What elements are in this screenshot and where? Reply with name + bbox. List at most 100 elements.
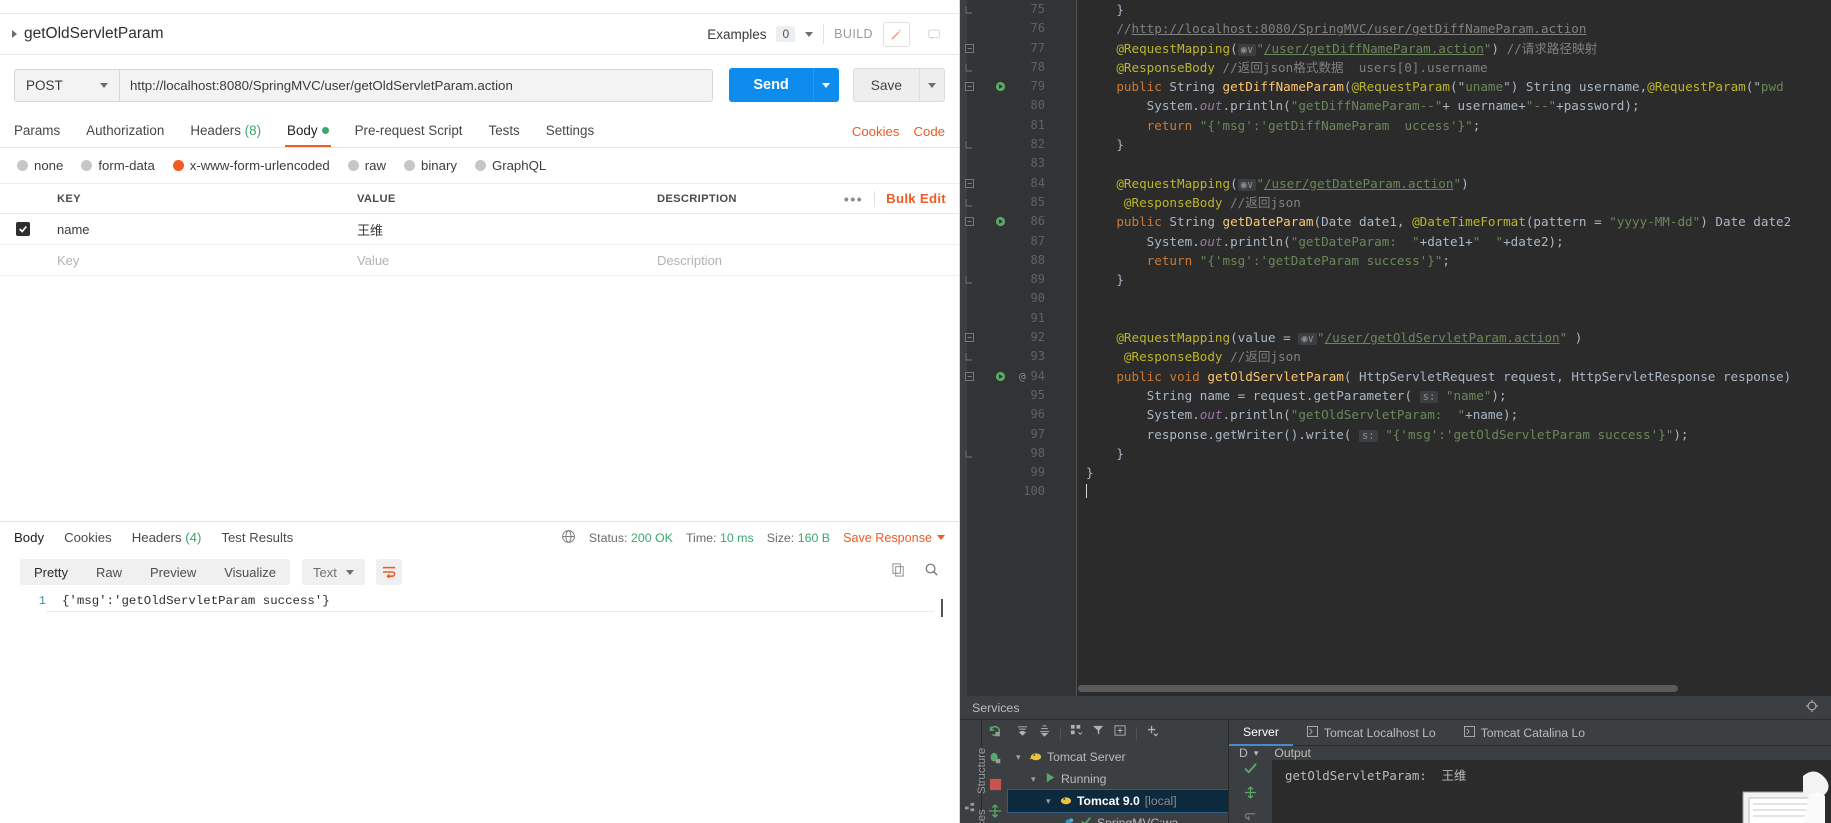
- save-options-button[interactable]: [919, 68, 945, 102]
- fold-cell[interactable]: [1055, 58, 1076, 77]
- tab-tests[interactable]: Tests: [489, 123, 533, 147]
- response-tab-headers[interactable]: Headers (4): [132, 530, 202, 545]
- fold-cell[interactable]: [1055, 135, 1076, 154]
- locate-icon[interactable]: [1805, 699, 1819, 716]
- run-gutter-icon[interactable]: [995, 212, 1006, 231]
- build-label[interactable]: BUILD: [834, 27, 873, 41]
- fold-cell[interactable]: [1055, 289, 1076, 308]
- code-token[interactable]: http://localhost:8080/SpringMVC/user/get…: [1132, 21, 1587, 36]
- fold-toggle[interactable]: [965, 198, 974, 207]
- code-token[interactable]: /user/getDateParam.action: [1264, 176, 1454, 191]
- fold-cell[interactable]: [1055, 270, 1076, 289]
- edit-pencil-button[interactable]: [883, 21, 910, 47]
- response-scroll-marker[interactable]: [941, 599, 951, 617]
- fold-cell[interactable]: [1055, 154, 1076, 173]
- structure-icon[interactable]: [965, 800, 976, 818]
- radio-raw[interactable]: raw: [347, 158, 386, 173]
- tab-authorization[interactable]: Authorization: [86, 123, 177, 147]
- add-service-icon[interactable]: [1146, 724, 1159, 742]
- radio-binary[interactable]: binary: [404, 158, 457, 173]
- fold-toggle[interactable]: −: [965, 43, 974, 53]
- fold-cell[interactable]: [1055, 425, 1076, 444]
- fold-cell[interactable]: [1055, 463, 1076, 482]
- placeholder-value[interactable]: Value: [346, 253, 646, 268]
- detail-tab-tomcat-catalina-log[interactable]: Tomcat Catalina Lo: [1450, 720, 1599, 746]
- fold-toggle[interactable]: −: [965, 178, 974, 188]
- fold-cell[interactable]: [1055, 328, 1076, 347]
- row-value[interactable]: 王维: [346, 220, 646, 239]
- fold-cell[interactable]: [1055, 386, 1076, 405]
- group-by-icon[interactable]: [1070, 724, 1083, 742]
- collapse-all-icon[interactable]: [1038, 724, 1051, 742]
- table-row-placeholder[interactable]: Key Value Description: [0, 245, 959, 276]
- fold-cell[interactable]: [1055, 96, 1076, 115]
- override-gutter-icon[interactable]: @: [1019, 367, 1026, 386]
- fold-cell[interactable]: [1055, 19, 1076, 38]
- fold-cell[interactable]: [1055, 367, 1076, 386]
- console-output[interactable]: getOldServletParam: 王维: [1229, 760, 1831, 823]
- tab-headers[interactable]: Headers (8): [190, 123, 274, 147]
- examples-chevron-down-icon[interactable]: [805, 31, 814, 37]
- tree-node-tomcat-server[interactable]: ▾ Tomcat Server: [1008, 746, 1228, 768]
- fold-toggle[interactable]: [965, 352, 974, 362]
- tab-params[interactable]: Params: [14, 123, 73, 147]
- send-options-button[interactable]: [812, 68, 839, 102]
- tree-node-springmvc-war[interactable]: SpringMVC:wa: [1008, 812, 1228, 823]
- run-gutter-icon[interactable]: [995, 77, 1006, 96]
- http-method-select[interactable]: POST: [14, 68, 119, 102]
- tab-settings[interactable]: Settings: [546, 123, 607, 147]
- response-tab-body[interactable]: Body: [14, 530, 44, 545]
- fold-cell[interactable]: [1055, 0, 1076, 19]
- deploy-icon[interactable]: [988, 804, 1002, 823]
- fold-toggle[interactable]: −: [965, 82, 974, 92]
- fold-cell[interactable]: [1055, 347, 1076, 366]
- radio-none[interactable]: none: [17, 158, 63, 173]
- placeholder-description[interactable]: Description: [646, 253, 959, 268]
- back-arrow-icon[interactable]: [1244, 810, 1257, 823]
- expand-all-icon[interactable]: [1016, 724, 1029, 742]
- cookies-link[interactable]: Cookies: [852, 124, 900, 139]
- save-response-button[interactable]: Save Response: [843, 531, 945, 545]
- comment-button[interactable]: [920, 21, 947, 47]
- rerun-icon[interactable]: [988, 724, 1002, 743]
- code-token[interactable]: /user/getOldServletParam.action: [1325, 330, 1560, 345]
- url-input[interactable]: http://localhost:8080/SpringMVC/user/get…: [119, 68, 714, 102]
- services-vertical-label[interactable]: ces: [976, 809, 988, 823]
- row-key[interactable]: name: [46, 222, 346, 237]
- run-gutter-icon[interactable]: [995, 367, 1006, 386]
- tab-body[interactable]: Body: [285, 123, 342, 147]
- editor-horizontal-scrollbar[interactable]: [1078, 685, 1678, 692]
- response-tab-cookies[interactable]: Cookies: [64, 530, 112, 545]
- code-editor[interactable]: 75 76 77 78 79 80 81 82 83 84 85 86 87 88 89 90 91 92 93 94…: [960, 0, 1831, 696]
- more-options-icon[interactable]: •••: [844, 192, 863, 206]
- fold-toggle[interactable]: −: [965, 333, 974, 343]
- fold-cell[interactable]: [1055, 174, 1076, 193]
- editor-gutter[interactable]: 75 76 77 78 79 80 81 82 83 84 85 86 87 88 89 90 91 92 93 94…: [967, 0, 1055, 696]
- bulk-edit-link[interactable]: Bulk Edit: [886, 191, 946, 206]
- radio-graphql[interactable]: GraphQL: [474, 158, 546, 173]
- table-row[interactable]: name 王维: [0, 214, 959, 245]
- view-mode-preview[interactable]: Preview: [136, 565, 210, 580]
- debug-icon[interactable]: [988, 751, 1002, 770]
- view-mode-visualize[interactable]: Visualize: [210, 565, 290, 580]
- placeholder-key[interactable]: Key: [46, 253, 346, 268]
- output-dropdown[interactable]: D ▾: [1229, 746, 1258, 760]
- editor-fold-column[interactable]: − − − − − −: [965, 0, 1077, 696]
- fold-toggle[interactable]: −: [965, 371, 974, 381]
- breadcrumb[interactable]: getOldServletParam: [12, 25, 164, 43]
- tree-node-tomcat-9-local[interactable]: ▾ Tomcat 9.0 [local]: [1007, 789, 1229, 813]
- fold-toggle[interactable]: [965, 62, 974, 72]
- fold-toggle[interactable]: [965, 275, 974, 285]
- fold-cell[interactable]: [1055, 444, 1076, 463]
- view-mode-raw[interactable]: Raw: [82, 565, 136, 580]
- search-button[interactable]: [924, 562, 939, 582]
- fold-cell[interactable]: [1055, 405, 1076, 424]
- tree-node-running[interactable]: ▾ Running: [1008, 768, 1228, 790]
- fold-toggle[interactable]: [965, 140, 974, 150]
- fold-cell[interactable]: [1055, 482, 1076, 501]
- fold-cell[interactable]: [1055, 232, 1076, 251]
- response-tab-test-results[interactable]: Test Results: [221, 530, 293, 545]
- send-button[interactable]: Send: [729, 68, 813, 102]
- fold-cell[interactable]: [1055, 39, 1076, 58]
- format-select[interactable]: Text: [302, 559, 365, 585]
